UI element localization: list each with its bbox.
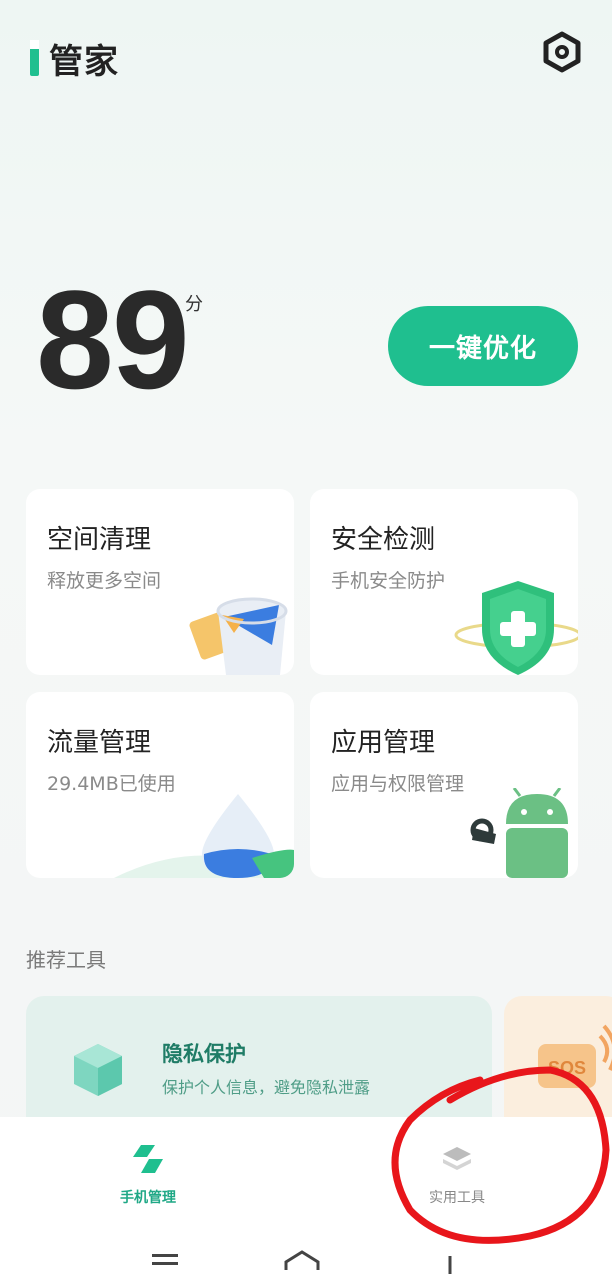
settings-button[interactable] [542,30,582,74]
card-security-check[interactable]: 安全检测 手机安全防护 [310,489,578,675]
settings-icon [543,31,581,73]
card-app-management[interactable]: 应用管理 应用与权限管理 [310,692,578,878]
tab-utility-tools[interactable]: 实用工具 [397,1143,517,1207]
app-logo: 管家 [30,34,119,83]
android-robot-icon [470,788,568,878]
card-title: 空间清理 [47,525,152,555]
card-subtitle: 应用与权限管理 [331,773,465,795]
one-click-optimize-button[interactable]: 一键优化 [388,306,578,386]
header: 管家 [30,30,582,83]
rec-card-subtitle: 保护个人信息，避免隐私泄露 [162,1078,371,1097]
card-title: 应用管理 [331,728,436,758]
phone-manage-icon [133,1145,163,1173]
card-subtitle: 释放更多空间 [47,570,162,592]
card-title: 安全检测 [331,525,436,555]
data-drop-icon [114,794,294,878]
tab-label: 实用工具 [429,1190,485,1206]
layers-icon [443,1147,471,1170]
system-nav-bar [0,1244,612,1274]
card-title: 流量管理 [47,728,152,758]
health-score: 89 [36,261,190,418]
rec-card-title: 隐私保护 [162,1042,246,1066]
recommended-tools-title: 推荐工具 [26,948,106,972]
home-icon[interactable] [284,1250,320,1270]
card-subtitle: 手机安全防护 [331,570,446,592]
score-unit: 分 [185,294,203,315]
sos-badge: SOS [548,1058,586,1078]
shield-icon [454,581,578,675]
tab-label: 手机管理 [120,1190,176,1206]
menu-icon[interactable] [152,1254,178,1265]
privacy-cube-icon [74,1044,122,1096]
storage-clean-icon [189,597,288,675]
card-storage-clean[interactable]: 空间清理 释放更多空间 [26,489,294,675]
logo-mark [30,39,39,76]
app-title: 管家 [49,42,119,82]
card-data-usage[interactable]: 流量管理 29.4MB已使用 [26,692,294,878]
tab-phone-management[interactable]: 手机管理 [88,1143,208,1207]
